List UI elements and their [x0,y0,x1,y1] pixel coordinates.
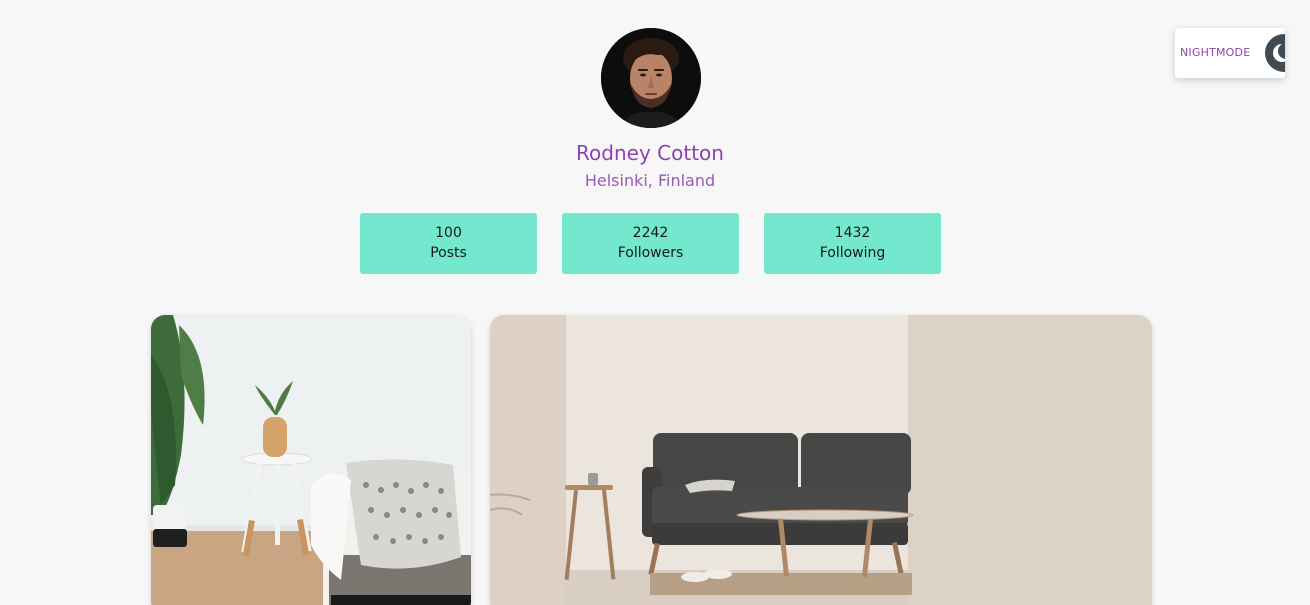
profile-name: Rodney Cotton [576,141,724,165]
stat-posts-label: Posts [430,245,467,261]
post-image-living-room [490,315,1152,605]
stat-following-value: 1432 [834,225,871,241]
stat-posts-value: 100 [435,225,462,241]
gallery-post-1[interactable] [151,315,471,605]
nightmode-toggle[interactable]: NIGHTMODE [1175,28,1285,78]
stat-posts[interactable]: 100 Posts [360,213,537,274]
profile-location: Helsinki, Finland [584,171,716,190]
stat-followers-value: 2242 [632,225,669,241]
avatar [601,28,701,128]
stat-followers-label: Followers [617,245,684,261]
post-image-bedroom [151,315,471,605]
profile-page: NIGHTMODE Rodney Cotton Helsinki, Finlan… [0,0,1310,605]
stat-following-label: Following [819,245,886,261]
moon-icon[interactable] [1265,34,1285,72]
avatar-image [601,28,701,128]
gallery-post-2[interactable] [490,315,1152,605]
stat-followers[interactable]: 2242 Followers [562,213,739,274]
nightmode-label: NIGHTMODE [1180,46,1251,59]
stat-following[interactable]: 1432 Following [764,213,941,274]
